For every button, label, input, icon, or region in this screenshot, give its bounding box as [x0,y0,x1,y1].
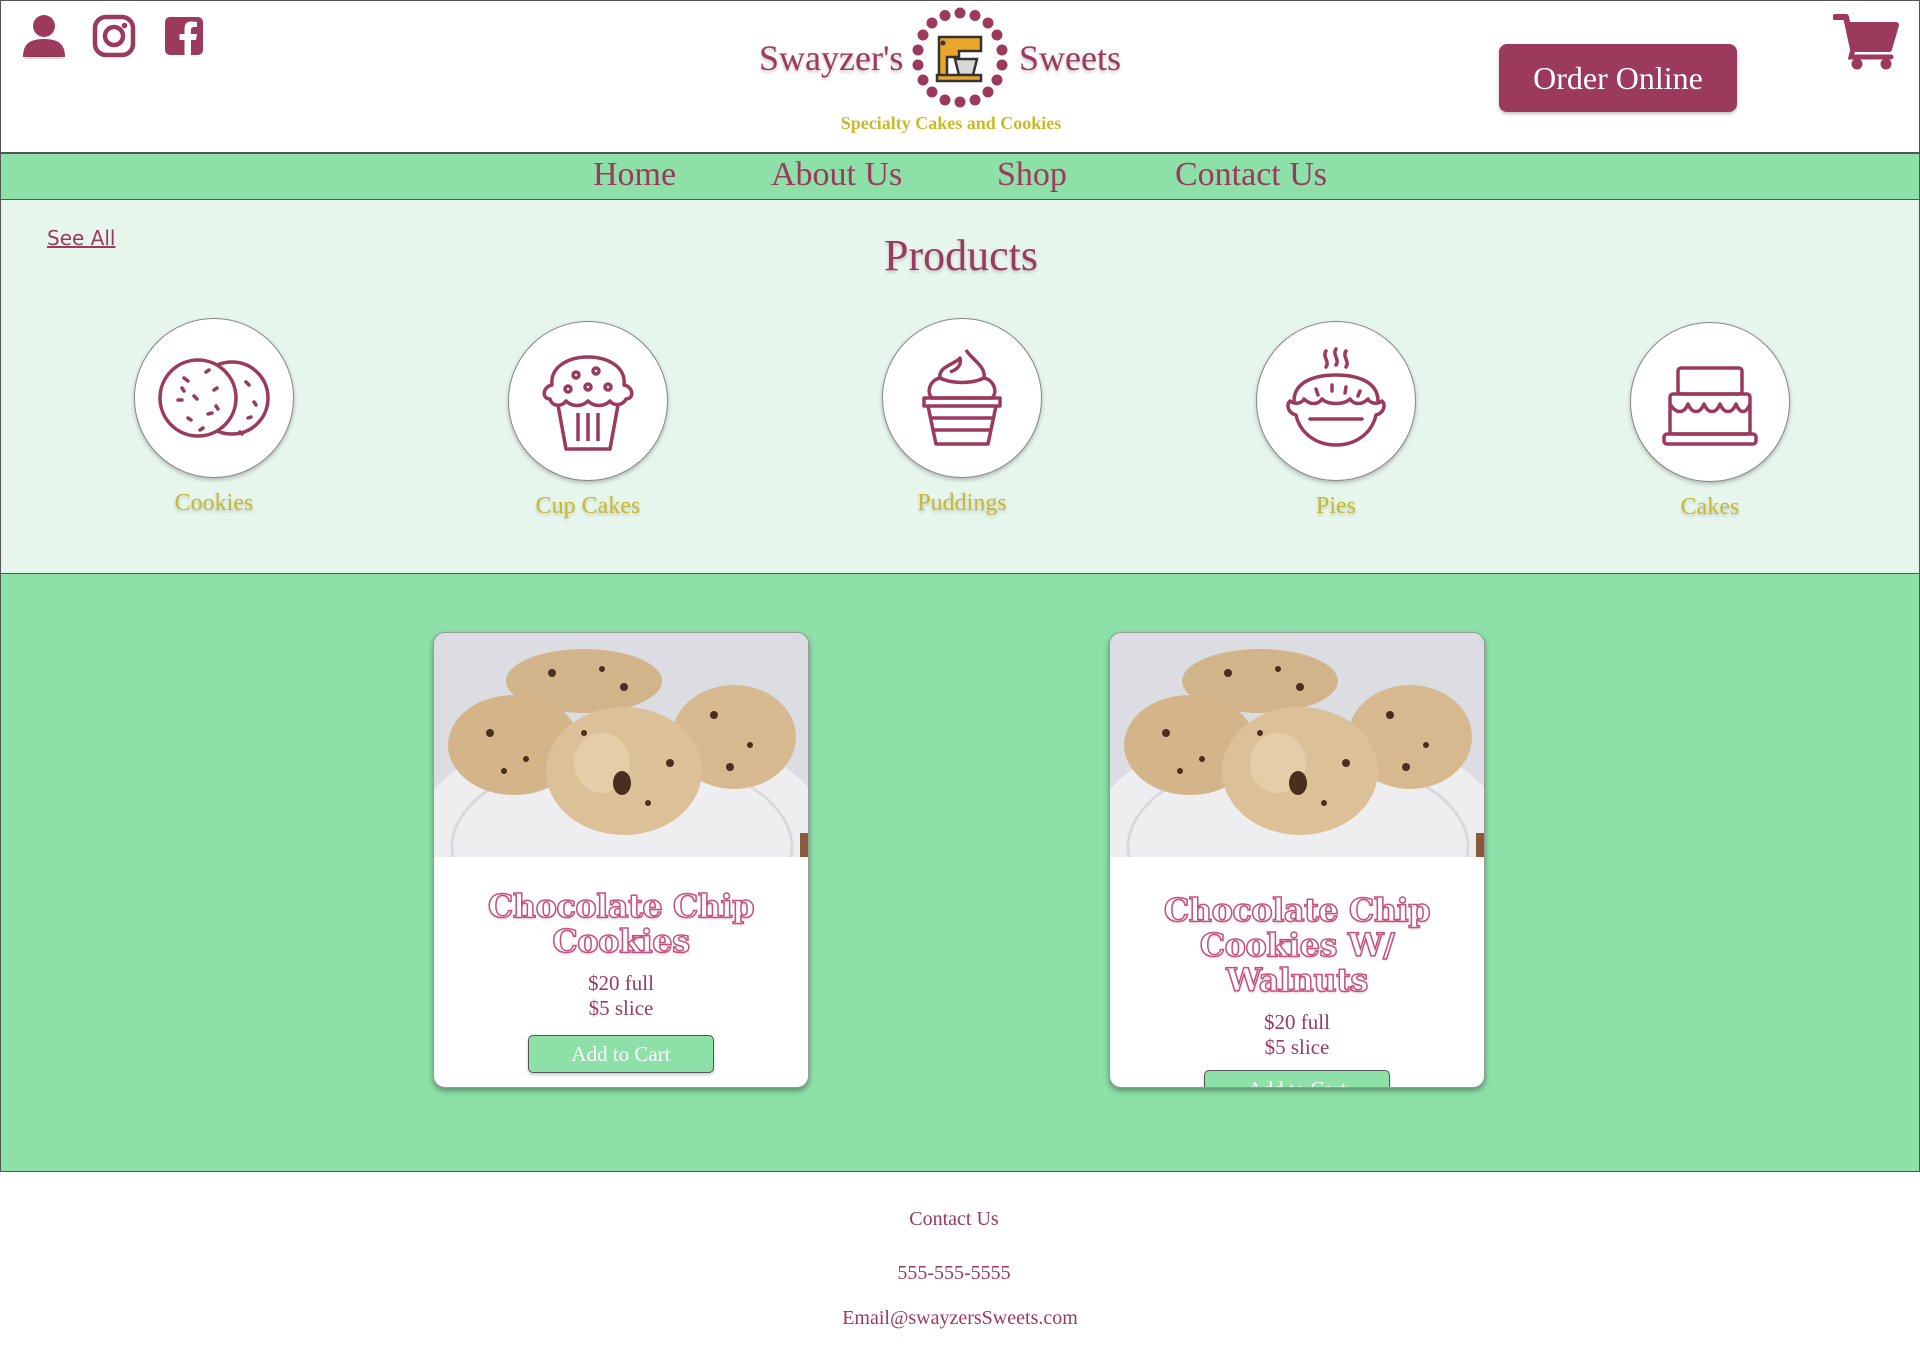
main-nav: Home About Us Shop Contact Us [0,154,1920,200]
category-cakes[interactable]: Cakes [1630,322,1790,521]
product-price-full: $20 full [1264,1010,1330,1034]
brand-name-left: Swayzer's [759,38,904,78]
product-title: Chocolate Chip Cookies W/ Walnuts [1163,891,1431,999]
brand-name-right: Sweets [1019,38,1121,78]
cookie-photo [434,633,808,857]
pie-icon [1286,347,1386,447]
cupcake-icon [542,355,634,451]
category-cupcakes[interactable]: Cup Cakes [508,321,668,520]
product-title: Chocolate Chip Cookies [487,887,755,960]
mixer-logo-icon [912,7,1008,108]
cake-icon [1662,366,1758,446]
nav-about-us[interactable]: About Us [771,156,902,194]
product-card[interactable]: Chocolate Chip Cookies $20 full $5 slice… [433,632,809,1088]
product-card[interactable]: Chocolate Chip Cookies W/ Walnuts $20 fu… [1109,632,1485,1088]
product-price-full: $20 full [588,971,654,995]
products-section: See All Products Cookies Cup Cakes Puddi… [0,200,1920,574]
product-price-slice: $5 slice [1264,1035,1330,1059]
cookies-icon [158,358,270,438]
nav-contact-us[interactable]: Contact Us [1175,156,1327,194]
category-label: Pies [1315,493,1356,519]
category-circle [1256,321,1416,481]
cookie-photo [1110,633,1484,857]
order-online-button[interactable]: Order Online [1499,44,1737,112]
site-footer: Contact Us 555-555-5555 Email@swayzersSw… [0,1172,1920,1360]
footer-phone[interactable]: 555-555-5555 [0,1262,1908,1285]
category-label: Cookies [174,490,254,516]
category-circle [1630,322,1790,482]
products-heading: Products [884,231,1038,280]
cart-icon[interactable] [1833,11,1899,71]
footer-contact-label: Contact Us [909,1208,999,1230]
pudding-icon [922,349,1002,446]
category-label: Puddings [917,490,1007,516]
site-header: Swayzer's Sweets Specialty Cakes and Coo… [0,0,1920,154]
category-circle [508,321,668,481]
nav-shop[interactable]: Shop [997,156,1067,194]
product-price-slice: $5 slice [588,996,654,1020]
featured-products: Chocolate Chip Cookies $20 full $5 slice… [0,574,1920,1172]
category-pies[interactable]: Pies [1256,321,1416,520]
category-cookies[interactable]: Cookies [134,318,294,517]
add-to-cart-button[interactable]: Add to Cart [1204,1070,1390,1087]
category-puddings[interactable]: Puddings [882,318,1042,517]
tagline: Specialty Cakes and Cookies [840,113,1062,133]
nav-home[interactable]: Home [593,156,676,194]
category-circle [134,318,294,478]
category-label: Cakes [1680,494,1740,520]
category-circle [882,318,1042,478]
footer-email[interactable]: Email@swayzersSweets.com [6,1307,1914,1330]
add-to-cart-button[interactable]: Add to Cart [528,1035,714,1073]
category-label: Cup Cakes [535,493,641,519]
